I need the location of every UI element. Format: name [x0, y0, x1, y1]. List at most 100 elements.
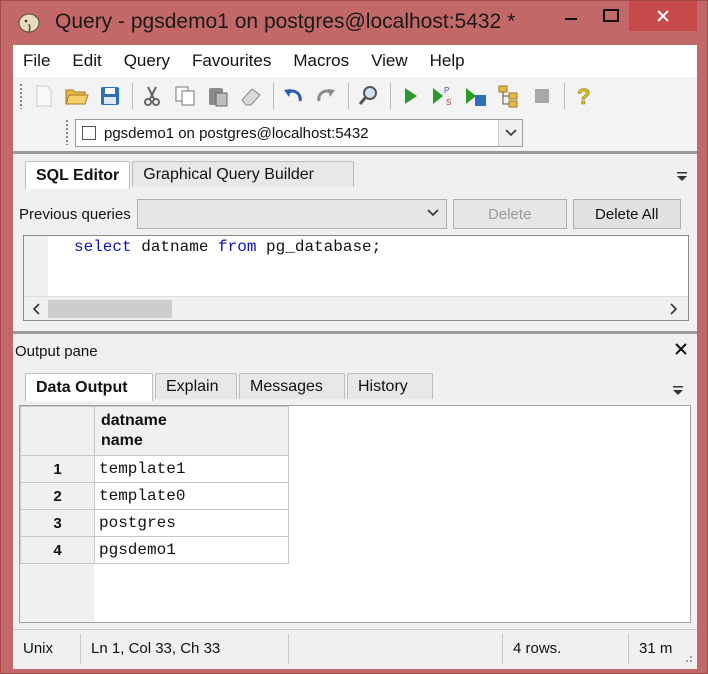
status-line-endings: Unix	[13, 633, 81, 664]
menu-bar: File Edit Query Favourites Macros View H…	[13, 45, 697, 77]
tab-history[interactable]: History	[347, 373, 433, 399]
splitter-middle[interactable]	[13, 331, 697, 334]
sql-keyword: select	[74, 238, 132, 256]
row-number[interactable]: 3	[20, 509, 95, 537]
table-cell[interactable]: postgres	[94, 509, 289, 537]
open-file-button[interactable]	[62, 81, 92, 111]
connection-toolbar-grip[interactable]	[65, 119, 69, 145]
cancel-query-button[interactable]	[527, 81, 557, 111]
row-number[interactable]: 1	[20, 455, 95, 483]
connection-select[interactable]: pgsdemo1 on postgres@localhost:5432	[75, 119, 523, 147]
header-row: datname name	[20, 406, 289, 456]
previous-queries-label: Previous queries	[19, 205, 131, 223]
table-row: 3 postgres	[20, 509, 289, 537]
output-pane-title: Output pane	[15, 342, 98, 360]
data-output-grid[interactable]: datname name 1 template1 2 template0 3 p…	[19, 405, 691, 623]
svg-text:P: P	[444, 86, 449, 95]
maximize-button[interactable]	[593, 1, 629, 31]
row-number[interactable]: 4	[20, 536, 95, 564]
menu-edit[interactable]: Edit	[72, 51, 101, 71]
row-number[interactable]: 2	[20, 482, 95, 510]
play-icon	[405, 88, 417, 104]
svg-text:S: S	[446, 98, 451, 107]
result-table: datname name 1 template1 2 template0 3 p…	[20, 406, 289, 564]
new-file-icon	[36, 85, 52, 107]
status-bar: Unix Ln 1, Col 33, Ch 33 4 rows. 31 m	[13, 629, 697, 667]
table-cell[interactable]: template0	[94, 482, 289, 510]
sql-text: pg_database;	[256, 238, 382, 256]
chevron-left-icon	[32, 303, 40, 315]
toolbar-separator	[564, 83, 565, 109]
grid-corner[interactable]	[20, 406, 95, 456]
chevron-down-icon	[427, 209, 439, 217]
delete-all-button[interactable]: Delete All	[572, 199, 681, 229]
splitter-top[interactable]	[13, 151, 697, 154]
sql-editor-panel: SQL Editor Graphical Query Builder Previ…	[15, 155, 695, 327]
cut-button[interactable]	[137, 81, 167, 111]
maximize-icon	[603, 9, 619, 22]
window-title: Query - pgsdemo1 on postgres@localhost:5…	[55, 10, 516, 33]
resize-grip-icon[interactable]	[683, 653, 693, 663]
status-row-count: 4 rows.	[503, 633, 629, 664]
chevron-down-icon	[504, 129, 517, 137]
menu-view[interactable]: View	[371, 51, 408, 71]
run-to-file-icon	[466, 88, 486, 106]
toolbar-grip[interactable]	[19, 83, 23, 109]
toolbar-separator	[348, 83, 349, 109]
tab-messages[interactable]: Messages	[239, 373, 345, 399]
tab-list-dropdown-icon[interactable]	[671, 383, 685, 397]
save-button[interactable]	[95, 81, 125, 111]
status-message	[289, 633, 503, 664]
clear-button[interactable]	[236, 81, 266, 111]
main-toolbar: PS ?	[13, 77, 697, 115]
tab-list-dropdown-icon[interactable]	[675, 169, 689, 183]
close-window-button[interactable]	[629, 1, 697, 31]
status-elapsed-time: 31 m	[639, 640, 673, 657]
menu-file[interactable]: File	[23, 51, 50, 71]
redo-icon	[317, 89, 335, 102]
undo-button[interactable]	[278, 81, 308, 111]
table-cell[interactable]: template1	[94, 455, 289, 483]
copy-button[interactable]	[170, 81, 200, 111]
menu-help[interactable]: Help	[430, 51, 465, 71]
scrollbar-thumb[interactable]	[48, 300, 172, 318]
column-type: name	[101, 432, 143, 449]
execute-pgscript-button[interactable]: PS	[428, 81, 458, 111]
explain-query-button[interactable]	[494, 81, 524, 111]
editor-horizontal-scrollbar[interactable]	[24, 296, 688, 320]
help-button[interactable]: ?	[569, 81, 599, 111]
execute-query-button[interactable]	[395, 81, 425, 111]
previous-queries-select[interactable]	[136, 199, 447, 229]
delete-button[interactable]: Delete	[452, 199, 567, 229]
table-cell[interactable]: pgsdemo1	[94, 536, 289, 564]
output-pane-header: Output pane	[15, 339, 695, 363]
menu-macros[interactable]: Macros	[293, 51, 349, 71]
title-bar[interactable]: Query - pgsdemo1 on postgres@localhost:5…	[1, 1, 707, 45]
minimize-button[interactable]	[553, 1, 589, 31]
menu-favourites[interactable]: Favourites	[192, 51, 271, 71]
eraser-icon	[241, 88, 261, 106]
redo-button[interactable]	[311, 81, 341, 111]
explain-tree-icon	[498, 85, 518, 108]
execute-to-file-button[interactable]	[461, 81, 491, 111]
status-cursor-position: Ln 1, Col 33, Ch 33	[81, 633, 289, 664]
scroll-right-button[interactable]	[664, 299, 684, 319]
minimize-icon	[565, 18, 577, 20]
find-button[interactable]	[353, 81, 383, 111]
paste-button[interactable]	[203, 81, 233, 111]
menu-query[interactable]: Query	[124, 51, 170, 71]
tab-graphical-query-builder[interactable]: Graphical Query Builder	[132, 161, 355, 187]
sql-editor[interactable]: select datname from pg_database;	[23, 235, 689, 321]
tab-explain[interactable]: Explain	[155, 373, 237, 399]
column-header-datname[interactable]: datname name	[94, 406, 289, 456]
tab-sql-editor[interactable]: SQL Editor	[25, 161, 131, 189]
scissors-icon	[144, 86, 160, 106]
sql-query-text[interactable]: select datname from pg_database;	[74, 238, 381, 256]
new-file-button[interactable]	[29, 81, 59, 111]
toolbar-separator	[273, 83, 274, 109]
help-question-icon: ?	[577, 84, 591, 108]
close-icon[interactable]	[673, 341, 689, 357]
scroll-left-button[interactable]	[26, 299, 46, 319]
tab-data-output[interactable]: Data Output	[25, 373, 153, 401]
connection-dropdown-arrow[interactable]	[498, 120, 522, 146]
